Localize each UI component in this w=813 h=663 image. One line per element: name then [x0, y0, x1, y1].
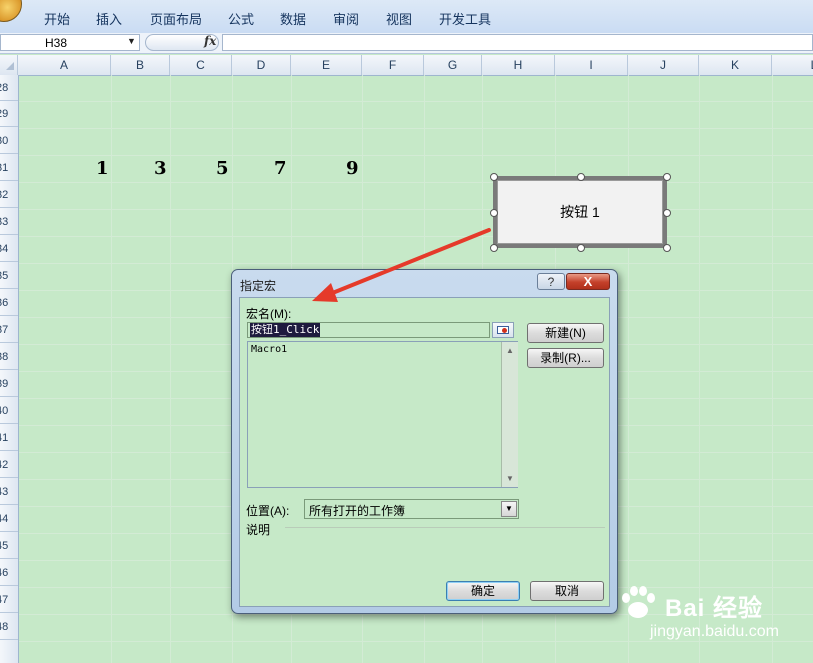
tab-developer[interactable]: 开发工具	[439, 9, 491, 28]
column-header-h[interactable]: H	[482, 55, 555, 75]
row-header-bar: 28 29 30 31 32 33 34 35 36 37 38 39 40 4…	[0, 75, 19, 663]
tab-formulas[interactable]: 公式	[228, 9, 254, 28]
resize-handle[interactable]	[663, 244, 671, 252]
name-box[interactable]: H38 ▼	[0, 34, 140, 51]
location-label: 位置(A):	[246, 504, 290, 518]
resize-handle[interactable]	[490, 244, 498, 252]
dialog-title: 指定宏	[240, 279, 277, 293]
name-box-value: H38	[45, 36, 68, 50]
baidu-paw-icon	[622, 586, 655, 618]
resize-handle[interactable]	[490, 209, 498, 217]
resize-handle[interactable]	[490, 173, 498, 181]
macro-name-label: 宏名(M):	[246, 307, 292, 321]
row-header[interactable]: 36	[0, 290, 18, 316]
assign-macro-dialog: 指定宏 ? X 宏名(M): 按钮1_Click Macro1 ▲ ▼ 新建(N…	[231, 269, 618, 614]
location-value: 所有打开的工作簿	[309, 504, 406, 518]
row-header[interactable]: 33	[0, 209, 18, 235]
row-header[interactable]: 47	[0, 587, 18, 613]
dialog-body: 宏名(M): 按钮1_Click Macro1 ▲ ▼ 新建(N) 录制(R).…	[239, 297, 610, 607]
column-header-f[interactable]: F	[362, 55, 424, 75]
column-header-g[interactable]: G	[424, 55, 482, 75]
cell-d31[interactable]: 5	[216, 158, 229, 179]
chevron-down-icon[interactable]: ▼	[127, 36, 136, 46]
row-header[interactable]: 48	[0, 614, 18, 640]
column-header-i[interactable]: I	[555, 55, 628, 75]
resize-handle[interactable]	[663, 209, 671, 217]
tab-insert[interactable]: 插入	[96, 9, 122, 28]
tab-page-layout[interactable]: 页面布局	[150, 9, 202, 28]
select-all-button[interactable]	[0, 55, 18, 75]
ribbon-tab-bar: 开始 插入 页面布局 公式 数据 审阅 视图 开发工具	[0, 0, 813, 34]
resize-handle[interactable]	[577, 244, 585, 252]
row-header[interactable]: 37	[0, 317, 18, 343]
help-button[interactable]: ?	[537, 273, 565, 290]
new-macro-button[interactable]: 新建(N)	[527, 323, 604, 343]
scrollbar[interactable]: ▲ ▼	[501, 342, 518, 487]
row-header[interactable]: 45	[0, 533, 18, 559]
cell-b31[interactable]: 1	[96, 158, 109, 179]
row-header[interactable]: 46	[0, 560, 18, 586]
form-button[interactable]: 按钮 1	[497, 180, 663, 244]
resize-handle[interactable]	[663, 173, 671, 181]
row-header[interactable]: 28	[0, 75, 18, 101]
close-button[interactable]: X	[566, 273, 610, 290]
row-header[interactable]: 35	[0, 263, 18, 289]
row-header[interactable]: 31	[0, 155, 18, 181]
formula-bar: H38 ▼ fx	[0, 33, 813, 54]
row-header[interactable]: 43	[0, 479, 18, 505]
column-header-c[interactable]: C	[170, 55, 232, 75]
select-all-icon	[6, 62, 14, 70]
resize-handle[interactable]	[577, 173, 585, 181]
scroll-down-icon[interactable]: ▼	[506, 474, 514, 483]
column-header-e[interactable]: E	[291, 55, 362, 75]
watermark-brand: Bai 经验	[665, 595, 764, 622]
tab-data[interactable]: 数据	[280, 9, 306, 28]
range-select-dot-icon	[502, 328, 507, 333]
list-item[interactable]: Macro1	[251, 344, 287, 355]
macro-list[interactable]: Macro1 ▲ ▼	[247, 341, 518, 488]
chevron-down-icon[interactable]: ▼	[501, 501, 517, 517]
row-header[interactable]: 44	[0, 506, 18, 532]
column-header-k[interactable]: K	[699, 55, 772, 75]
column-header-bar: A B C D E F G H I J K L	[0, 55, 813, 76]
insert-function-icon[interactable]: fx	[204, 34, 216, 48]
tab-review[interactable]: 审阅	[333, 9, 359, 28]
cell-e31[interactable]: 7	[274, 158, 287, 179]
collapse-dialog-button[interactable]	[492, 322, 514, 338]
record-macro-button[interactable]: 录制(R)...	[527, 348, 604, 368]
tab-home[interactable]: 开始	[44, 9, 70, 28]
row-header[interactable]: 42	[0, 452, 18, 478]
column-header-b[interactable]: B	[111, 55, 170, 75]
description-label: 说明	[246, 523, 271, 537]
cell-f31[interactable]: 9	[346, 158, 359, 179]
row-header[interactable]: 29	[0, 101, 18, 127]
cancel-button[interactable]: 取消	[530, 581, 604, 601]
row-header[interactable]: 39	[0, 371, 18, 397]
watermark-url: jingyan.baidu.com	[650, 623, 779, 640]
row-header[interactable]: 41	[0, 425, 18, 451]
row-header[interactable]: 34	[0, 236, 18, 262]
ok-button[interactable]: 确定	[446, 581, 520, 601]
office-button[interactable]	[0, 0, 22, 22]
column-header-d[interactable]: D	[232, 55, 291, 75]
tab-view[interactable]: 视图	[386, 9, 412, 28]
row-header[interactable]: 30	[0, 128, 18, 154]
formula-input[interactable]	[222, 34, 813, 51]
macro-name-input[interactable]: 按钮1_Click	[247, 322, 490, 338]
location-select[interactable]: 所有打开的工作簿 ▼	[304, 499, 519, 519]
macro-name-value: 按钮1_Click	[250, 323, 321, 337]
column-header-j[interactable]: J	[628, 55, 699, 75]
row-header[interactable]: 38	[0, 344, 18, 370]
cell-c31[interactable]: 3	[154, 158, 167, 179]
row-header[interactable]: 32	[0, 182, 18, 208]
scroll-up-icon[interactable]: ▲	[506, 346, 514, 355]
description-divider	[285, 527, 605, 528]
row-header[interactable]: 40	[0, 398, 18, 424]
column-header-l[interactable]: L	[772, 55, 813, 75]
column-header-a[interactable]: A	[18, 55, 111, 75]
